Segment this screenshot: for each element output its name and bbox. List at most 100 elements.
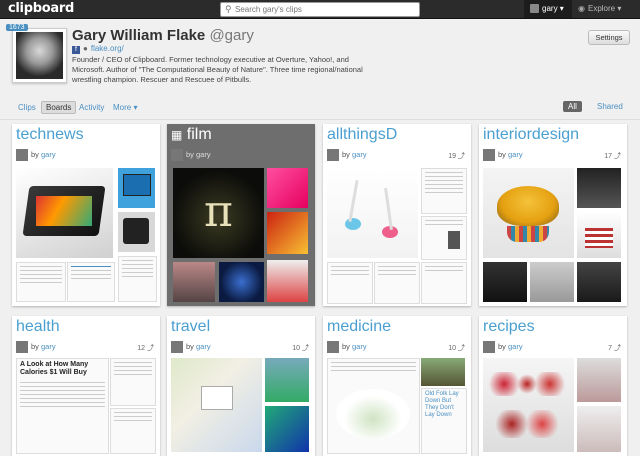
clip-thumbnail[interactable] — [118, 212, 155, 252]
clip-thumbnail[interactable] — [327, 168, 418, 258]
toothbrush-handle — [384, 187, 393, 231]
board-card-travel[interactable]: travel by gary 10 ⤴ — [167, 316, 315, 456]
text-line — [20, 394, 105, 395]
by-label: by — [498, 149, 506, 159]
clip-thumbnail[interactable] — [118, 256, 157, 302]
board-card-technews[interactable]: technews by gary — [12, 124, 160, 306]
board-card-recipes[interactable]: recipes by gary 7 ⤴ — [479, 316, 627, 456]
clip-thumbnail[interactable] — [67, 262, 115, 302]
owner-avatar — [327, 341, 339, 353]
clip-thumbnail[interactable]: π — [173, 168, 264, 258]
owner-link[interactable]: gary — [196, 342, 211, 351]
user-menu[interactable]: gary ▾ — [524, 0, 572, 18]
clip-thumbnail[interactable] — [265, 358, 309, 402]
clip-count-value: 10 — [448, 345, 457, 352]
clip-thumbnail[interactable] — [219, 262, 264, 302]
clip-thumbnail[interactable] — [577, 358, 621, 402]
board-card-interiordesign[interactable]: interiordesign by gary 17 ⤴ — [479, 124, 627, 306]
tab-boards[interactable]: Boards — [41, 101, 77, 114]
settings-button[interactable]: Settings — [588, 30, 630, 45]
search-icon: ⚲ — [225, 4, 232, 14]
clip-thumbnail[interactable] — [421, 358, 465, 386]
by-label: by — [342, 341, 350, 351]
clip-thumbnail[interactable] — [421, 262, 467, 304]
board-card-film[interactable]: ▦ film by gary π — [167, 124, 315, 306]
by-label: by — [31, 149, 39, 159]
board-card-allthingsd[interactable]: allthingsD by gary 19 ⤴ — [323, 124, 471, 306]
clip-thumbnail[interactable] — [327, 358, 420, 454]
by-label: by — [498, 341, 506, 351]
clip-thumbnail[interactable] — [267, 260, 308, 302]
toothbrush-base — [345, 218, 361, 230]
board-title: health — [16, 318, 60, 335]
toothbrush-handle — [348, 180, 359, 222]
clip-thumbnail[interactable] — [267, 168, 308, 208]
clip-thumbnail[interactable]: Old Folk Lay Down But They Don't Lay Dow… — [421, 388, 467, 454]
clip-thumbnail[interactable] — [577, 406, 621, 452]
website-link[interactable]: flake.org/ — [91, 44, 124, 53]
tab-more[interactable]: More ▾ — [109, 102, 141, 113]
clip-thumbnail[interactable] — [173, 262, 215, 302]
paperclip-icon: ⤴ — [302, 345, 309, 352]
clip-thumbnail[interactable] — [483, 358, 574, 452]
owner-link[interactable]: gary — [508, 342, 523, 351]
text-line — [425, 188, 463, 189]
owner-link[interactable]: gary — [508, 150, 523, 159]
clip-thumbnail[interactable] — [530, 262, 574, 302]
clip-thumbnail[interactable] — [110, 358, 156, 406]
board-title: travel — [171, 318, 211, 335]
clip-thumbnail[interactable] — [327, 262, 373, 304]
clip-thumbnail[interactable] — [421, 216, 467, 260]
owner-link[interactable]: gary — [352, 342, 367, 351]
owner-link[interactable]: gary — [41, 342, 56, 351]
tab-activity[interactable]: Activity — [75, 102, 108, 113]
text-line — [122, 276, 153, 277]
board-title: technews — [16, 126, 84, 143]
clipboard-logo[interactable]: clipboard — [8, 1, 74, 16]
chevron-down-icon: ▾ — [617, 4, 622, 13]
clip-thumbnail[interactable] — [374, 262, 420, 304]
clip-thumbnail[interactable] — [265, 406, 309, 452]
search-input[interactable] — [235, 3, 415, 16]
text-line — [20, 278, 62, 279]
profile-links: f ● flake.org/ — [72, 44, 124, 54]
board-title: interiordesign — [483, 126, 580, 143]
filter-shared[interactable]: Shared — [592, 101, 628, 112]
clip-count-value: 19 — [448, 153, 457, 160]
clip-thumbnail[interactable] — [577, 212, 621, 258]
clip-thumbnail[interactable] — [110, 408, 156, 454]
map-thumbnail[interactable] — [171, 358, 262, 452]
article-headline[interactable]: Old Folk Lay Down But They Don't Lay Dow… — [425, 391, 463, 419]
text-line — [20, 386, 105, 387]
clip-thumbnail[interactable]: A Look at How Many Calories $1 Will Buy — [16, 358, 109, 454]
text-line — [425, 176, 463, 177]
clip-thumbnail[interactable] — [16, 262, 66, 302]
search-box[interactable]: ⚲ — [220, 2, 420, 17]
text-line — [20, 266, 62, 267]
text-line — [378, 274, 416, 275]
text-line — [122, 268, 153, 269]
facebook-icon[interactable]: f — [72, 46, 80, 54]
tab-clips[interactable]: Clips — [14, 102, 40, 113]
filter-all[interactable]: All — [563, 101, 582, 112]
text-line — [20, 406, 105, 407]
owner-link[interactable]: gary — [352, 150, 367, 159]
profile-avatar[interactable] — [12, 28, 67, 83]
owner-link[interactable]: gary — [196, 150, 211, 159]
clip-thumbnail[interactable] — [267, 212, 308, 254]
explore-menu[interactable]: ◉ Explore ▾ — [578, 4, 621, 13]
clip-thumbnail[interactable] — [577, 168, 621, 208]
board-owner: by gary — [16, 149, 56, 161]
profile-tabs: Clips Boards Activity More ▾ All Shared — [0, 100, 640, 116]
board-card-medicine[interactable]: medicine by gary 10 ⤴ Old Folk Lay Down … — [323, 316, 471, 456]
clip-thumbnail[interactable] — [483, 168, 574, 258]
board-card-health[interactable]: health by gary 12 ⤴ A Look at How Many C… — [12, 316, 160, 456]
clip-thumbnail[interactable] — [577, 262, 621, 302]
clip-thumbnail[interactable] — [421, 168, 467, 214]
owner-link[interactable]: gary — [41, 150, 56, 159]
clip-thumbnail[interactable] — [16, 168, 113, 258]
clip-thumbnail[interactable] — [483, 262, 527, 302]
profile-full-name: Gary William Flake — [72, 27, 206, 44]
text-line — [20, 270, 62, 271]
clip-thumbnail[interactable] — [118, 168, 155, 208]
